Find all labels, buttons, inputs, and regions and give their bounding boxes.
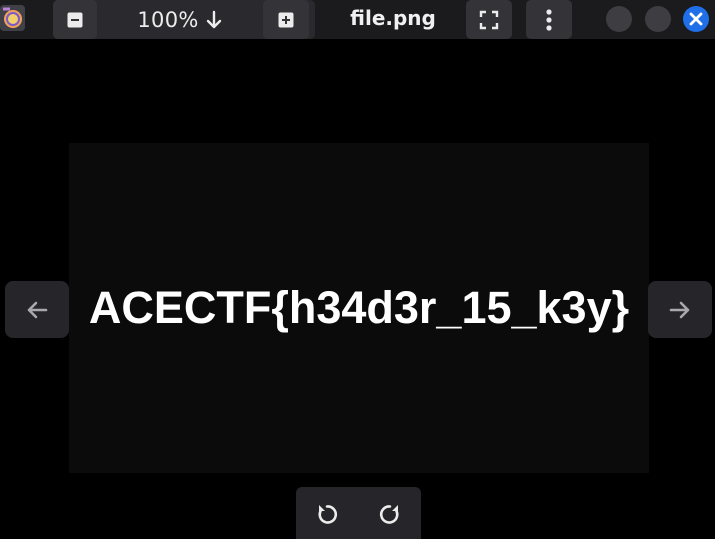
main-menu-button[interactable] xyxy=(526,0,572,39)
image-viewer-app-icon xyxy=(0,5,25,31)
fullscreen-corners-icon xyxy=(479,10,499,29)
header-bar: 100% file.png xyxy=(0,0,715,39)
minus-box-icon xyxy=(67,12,83,27)
plus-box-icon xyxy=(278,12,294,27)
zoom-out-button[interactable] xyxy=(53,0,97,39)
rotate-counterclockwise-icon xyxy=(318,505,338,524)
image-canvas: ACECTF{h34d3r_15_k3y} xyxy=(69,143,649,473)
minimize-button[interactable] xyxy=(606,6,632,32)
rotate-left-button[interactable] xyxy=(312,499,342,529)
close-button[interactable] xyxy=(683,6,709,32)
maximize-button[interactable] xyxy=(645,6,671,32)
rotate-right-button[interactable] xyxy=(375,499,405,529)
zoom-level-dropdown[interactable]: 100% xyxy=(97,0,263,39)
window-title: file.png xyxy=(350,6,436,30)
arrow-right-icon xyxy=(669,301,690,318)
image-text: ACECTF{h34d3r_15_k3y} xyxy=(88,282,630,333)
zoom-in-button[interactable] xyxy=(263,0,309,39)
rotate-toolbar xyxy=(296,487,421,539)
arrow-left-icon xyxy=(27,301,48,318)
rotate-clockwise-icon xyxy=(379,505,399,524)
zoom-level: 100% xyxy=(137,7,199,32)
close-x-icon xyxy=(689,12,703,26)
next-image-button[interactable] xyxy=(648,281,712,338)
arrow-down-icon xyxy=(206,10,221,28)
fullscreen-button[interactable] xyxy=(466,0,512,39)
previous-image-button[interactable] xyxy=(5,281,69,338)
vertical-ellipsis-icon xyxy=(546,8,552,31)
